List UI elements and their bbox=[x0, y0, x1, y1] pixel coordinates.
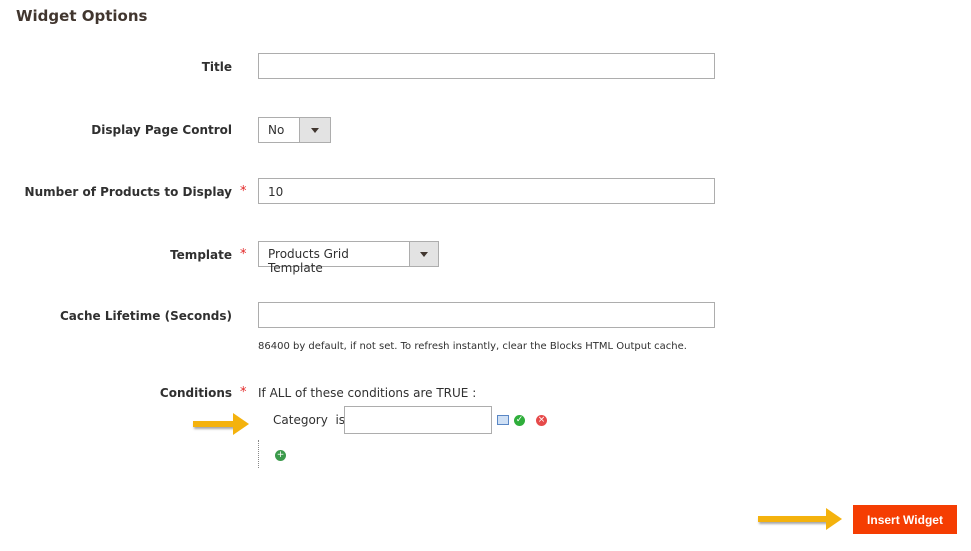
chevron-down-icon bbox=[299, 118, 330, 142]
template-label: Template bbox=[170, 248, 232, 262]
section-title: Widget Options bbox=[16, 7, 148, 25]
required-mark: * bbox=[240, 184, 247, 199]
num-products-label: Number of Products to Display bbox=[24, 185, 232, 199]
num-products-input[interactable]: 10 bbox=[258, 178, 715, 204]
condition-value-input[interactable] bbox=[344, 406, 492, 434]
cache-label: Cache Lifetime (Seconds) bbox=[59, 309, 232, 323]
condition-row: Category is bbox=[273, 413, 345, 427]
chooser-list-icon[interactable] bbox=[497, 415, 509, 425]
chevron-down-icon bbox=[408, 242, 438, 266]
arrow-annotation-icon bbox=[758, 508, 842, 530]
add-condition-icon[interactable]: + bbox=[275, 450, 286, 461]
conditions-label: Conditions bbox=[159, 386, 232, 400]
arrow-annotation-icon bbox=[193, 413, 249, 435]
page-control-label: Display Page Control bbox=[91, 123, 232, 137]
conditions-header: If ALL of these conditions are TRUE : bbox=[258, 386, 477, 400]
remove-icon[interactable]: × bbox=[536, 415, 547, 426]
cache-note: 86400 by default, if not set. To refresh… bbox=[258, 341, 687, 352]
title-label: Title bbox=[201, 60, 232, 74]
cache-input[interactable] bbox=[258, 302, 715, 328]
apply-check-icon[interactable]: ✓ bbox=[514, 415, 525, 426]
title-input[interactable] bbox=[258, 53, 715, 79]
value-link[interactable]: TRUE bbox=[436, 386, 468, 400]
required-mark: * bbox=[240, 247, 247, 262]
page-control-select[interactable]: No bbox=[258, 117, 331, 143]
template-select[interactable]: Products Grid Template bbox=[258, 241, 439, 275]
conditions-tree-line bbox=[258, 440, 259, 468]
condition-attribute[interactable]: Category bbox=[273, 413, 328, 427]
template-value: Products Grid Template bbox=[268, 247, 349, 275]
insert-widget-button[interactable]: Insert Widget bbox=[853, 505, 957, 534]
aggregator-link[interactable]: ALL bbox=[270, 386, 292, 400]
required-mark: * bbox=[240, 385, 247, 400]
page-control-value: No bbox=[268, 123, 285, 137]
